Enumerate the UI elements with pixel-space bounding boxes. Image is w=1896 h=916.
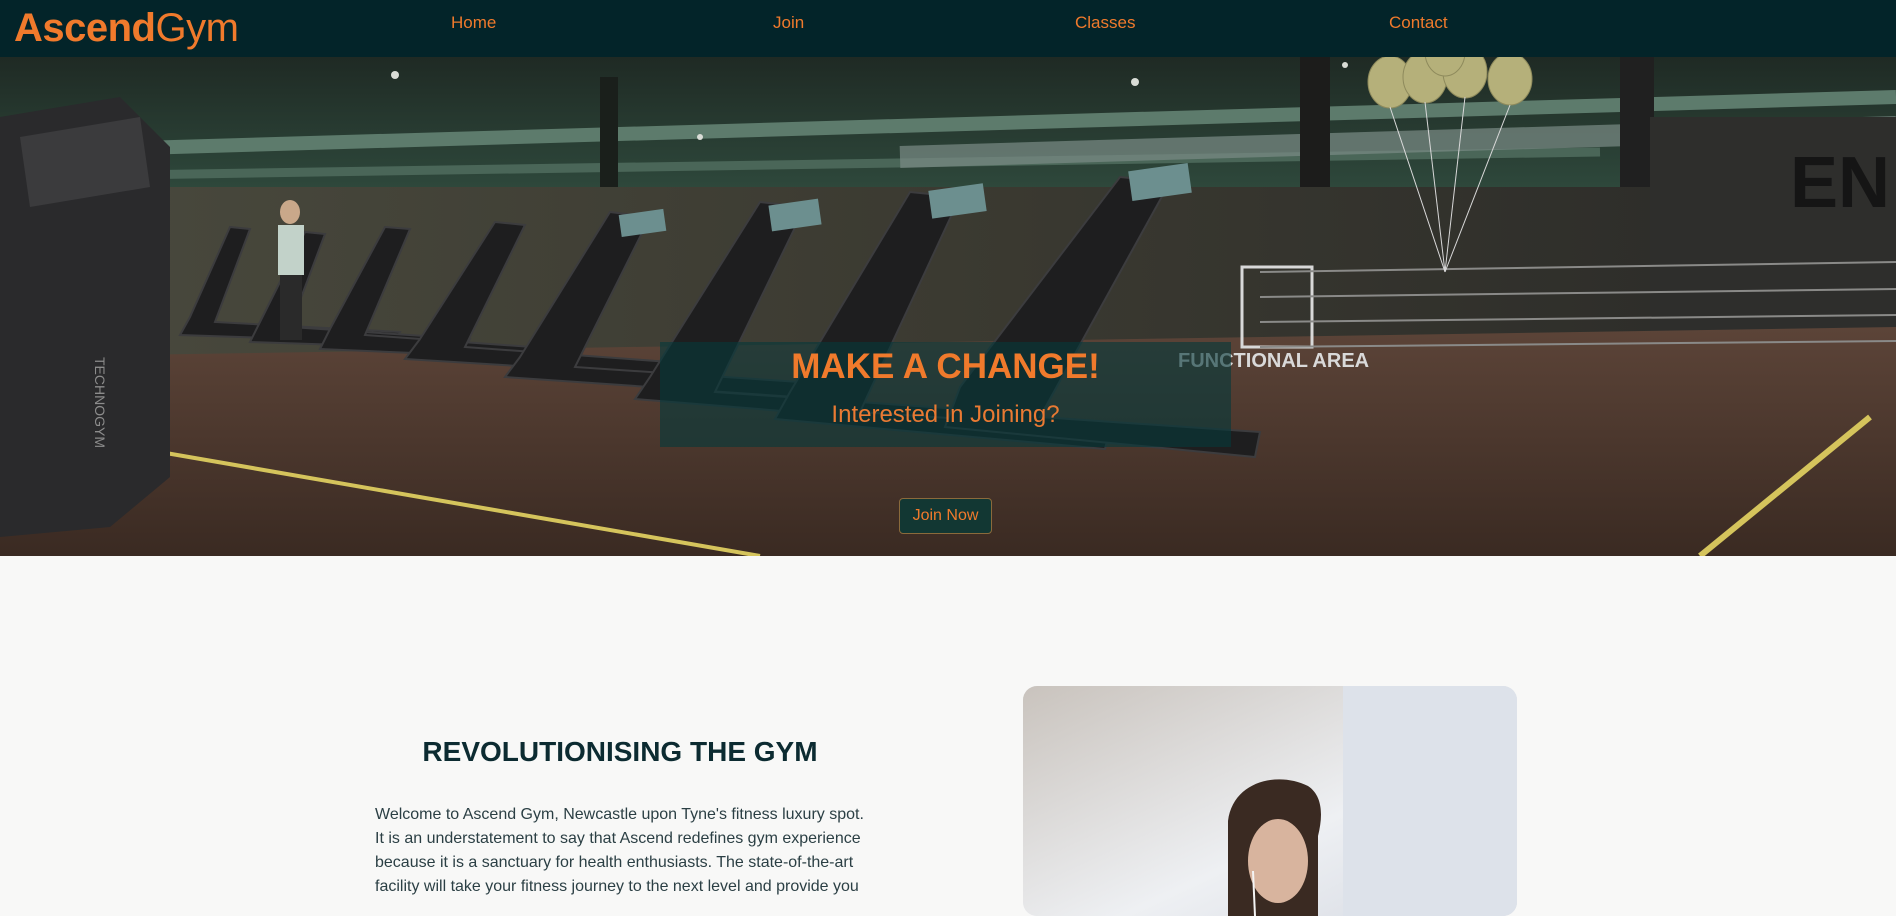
about-paragraph: Welcome to Ascend Gym, Newcastle upon Ty… — [375, 806, 864, 895]
brand-name-bold: Ascend — [14, 6, 156, 50]
about-heading: REVOLUTIONISING THE GYM — [422, 736, 818, 767]
brand-logo[interactable]: AscendGym — [14, 4, 239, 52]
nav-link-classes[interactable]: Classes — [1075, 12, 1135, 34]
nav-link-join[interactable]: Join — [773, 12, 804, 34]
brand-name-light: Gym — [155, 6, 239, 50]
nav-link-contact[interactable]: Contact — [1389, 12, 1448, 34]
svg-text:EN: EN — [1790, 143, 1890, 223]
join-now-button[interactable]: Join Now — [899, 498, 992, 534]
hero-subtitle: Interested in Joining? — [831, 401, 1060, 428]
hero-background-image: EN TECHNOGYM FUNCTIONAL AREA — [0, 57, 1896, 556]
woman-training-photo — [1023, 686, 1517, 916]
hero-banner: EN TECHNOGYM FUNCTIONAL AREA MAKE A CHAN… — [0, 57, 1896, 556]
top-navbar: AscendGym Home Join Classes Contact — [0, 0, 1896, 57]
hero-title: MAKE A CHANGE! — [791, 347, 1100, 386]
treadmill-brand-label: TECHNOGYM — [92, 357, 108, 448]
nav-link-home[interactable]: Home — [451, 12, 496, 34]
